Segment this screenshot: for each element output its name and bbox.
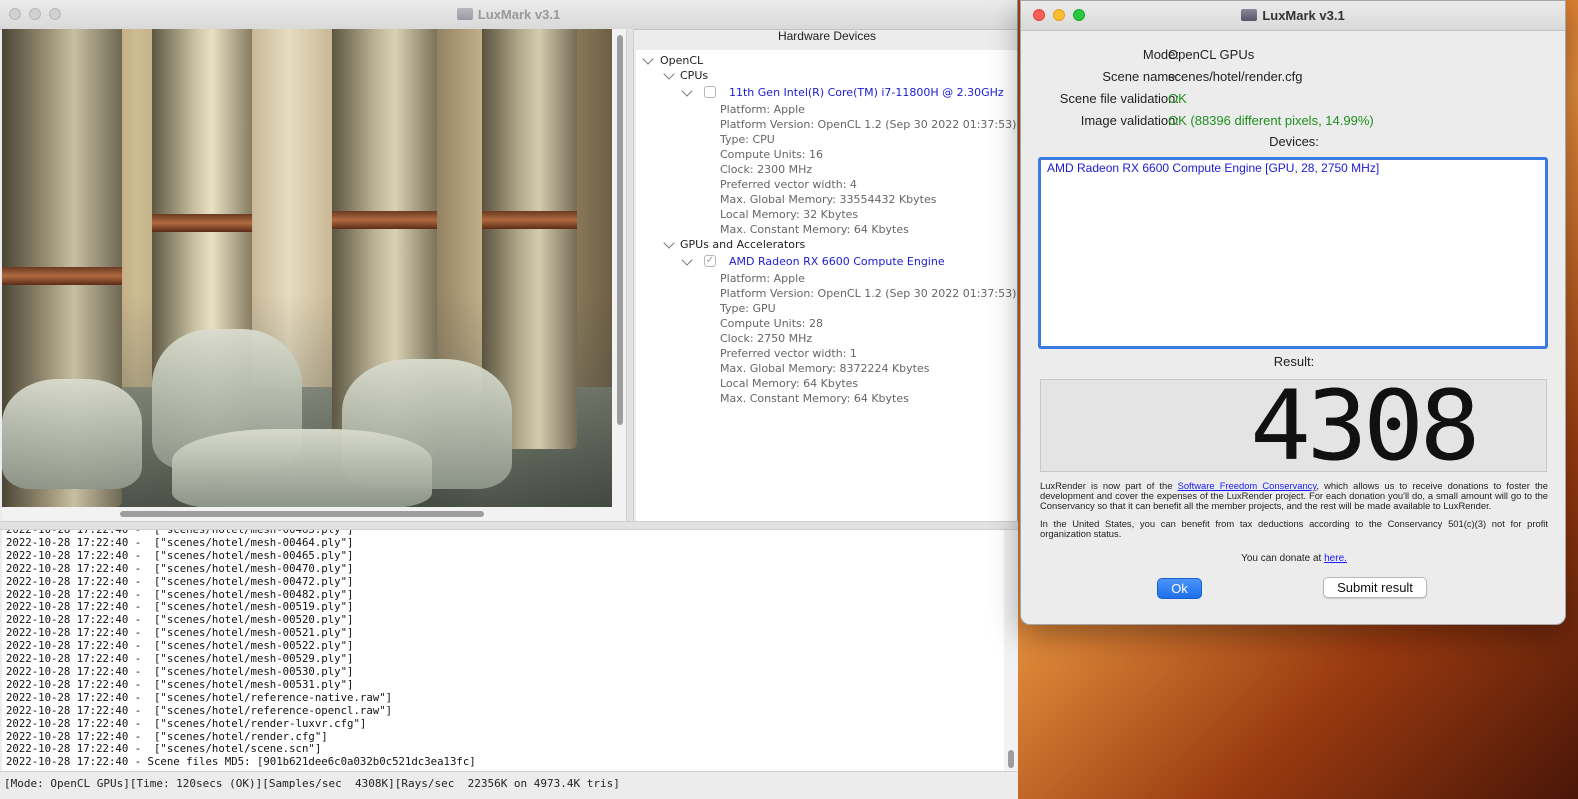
hardware-devices-header: Hardware Devices [777,29,877,43]
render-horizontal-scrollbar[interactable] [2,507,626,521]
scrollbar-thumb[interactable] [120,511,484,517]
result-label: Result: [1273,354,1315,369]
log-line: 2022-10-28 17:22:40 - ["scenes/hotel/ref… [6,703,393,717]
device-property: Preferred vector width: 4 [720,178,857,191]
device-property: Clock: 2300 MHz [720,163,813,176]
log-lines: 2022-10-28 17:22:40 - ["scenes/hotel/mes… [6,530,476,769]
result-dialog: LuxMark v3.1 Mode: OpenCL GPUs Scene nam… [1020,0,1566,625]
device-property: Clock: 2750 MHz [720,332,813,345]
device-property: Platform Version: OpenCL 1.2 (Sep 30 202… [720,287,1017,300]
image-validation-row: Image validation: OK (88396 different pi… [1021,111,1567,131]
log-line: 2022-10-28 17:22:40 - ["scenes/hotel/mes… [6,548,354,562]
luxmark-app-icon [456,8,473,20]
status-bar: [Mode: OpenCL GPUs][Time: 120secs (OK)][… [0,771,1018,799]
main-window: LuxMark v3.1 Hardware Devices OpenCL CPU… [0,0,1018,799]
chevron-down-icon[interactable] [663,68,675,80]
scene-validation-row: Scene file validation: OK [1021,89,1567,109]
image-validation-value: OK (88396 different pixels, 14.99%) [1168,113,1374,128]
device-property: Platform: Apple [720,272,805,285]
devices-label: Devices: [1269,134,1319,149]
log-line: 2022-10-28 17:22:40 - ["scenes/hotel/ren… [6,716,367,730]
log-line: 2022-10-28 17:22:40 - ["scenes/hotel/ref… [6,690,393,704]
tree-item-gpus-accelerators[interactable]: GPUs and Accelerators [680,237,805,252]
chevron-down-icon[interactable] [681,85,693,97]
vertical-splitter-handle[interactable] [626,29,634,522]
devices-list[interactable]: AMD Radeon RX 6600 Compute Engine [GPU, … [1038,157,1548,349]
log-output[interactable]: 2022-10-28 17:22:40 - ["scenes/hotel/mes… [2,530,1004,771]
device-property: Max. Global Memory: 33554432 Kbytes [720,193,937,206]
gpu-device-checkbox[interactable]: ✓ [704,255,716,267]
ok-button[interactable]: Ok [1157,578,1202,599]
cpu-device-checkbox[interactable] [704,86,716,98]
device-property: Max. Constant Memory: 64 Kbytes [720,392,909,405]
render-chair [172,429,432,507]
tree-item-cpus[interactable]: CPUs [680,68,708,83]
scene-name-value: scenes/hotel/render.cfg [1168,69,1303,84]
device-property: Platform: Apple [720,103,805,116]
render-chair [2,379,142,489]
zoom-window-button[interactable] [49,8,61,20]
chevron-down-icon[interactable] [681,254,693,266]
mode-value: OpenCL GPUs [1168,47,1255,62]
hardware-devices-tree[interactable]: OpenCL CPUs 11th Gen Intel(R) Core(TM) i… [636,50,1017,521]
devices-list-item[interactable]: AMD Radeon RX 6600 Compute Engine [GPU, … [1047,161,1539,175]
horizontal-splitter-handle[interactable] [0,521,1018,530]
result-window-titlebar[interactable]: LuxMark v3.1 [1021,1,1565,31]
scrollbar-thumb[interactable] [1008,750,1014,768]
log-vertical-scrollbar[interactable] [1004,530,1018,771]
result-value: 4308 [1250,370,1480,482]
log-line: 2022-10-28 17:22:40 - ["scenes/hotel/mes… [6,664,354,678]
log-line: 2022-10-28 17:22:40 - ["scenes/hotel/mes… [6,677,354,691]
tax-text: In the United States, you can benefit fr… [1040,517,1548,539]
chevron-down-icon[interactable] [663,237,675,249]
tree-item-cpu-device[interactable]: 11th Gen Intel(R) Core(TM) i7-11800H @ 2… [729,85,1004,100]
result-window-title: LuxMark v3.1 [1262,8,1345,23]
render-vertical-scrollbar[interactable] [612,29,626,507]
chevron-down-icon[interactable] [642,53,654,65]
device-property: Compute Units: 28 [720,317,823,330]
device-property: Compute Units: 16 [720,148,823,161]
device-property: Max. Constant Memory: 64 Kbytes [720,223,909,236]
submit-result-button[interactable]: Submit result [1323,577,1427,598]
donate-line: You can donate at here. [1021,553,1567,564]
image-validation-label: Image validation: [1080,113,1179,128]
mode-row: Mode: OpenCL GPUs [1021,45,1567,65]
log-line: 2022-10-28 17:22:40 - ["scenes/hotel/mes… [6,561,354,575]
main-window-title: LuxMark v3.1 [477,7,561,22]
device-property: Max. Global Memory: 8372224 Kbytes [720,362,930,375]
minimize-window-button[interactable] [1053,9,1065,21]
close-window-button[interactable] [9,8,21,20]
donation-text: LuxRender is now part of the Software Fr… [1040,480,1548,546]
device-property: Preferred vector width: 1 [720,347,857,360]
scrollbar-thumb[interactable] [617,35,623,425]
log-line: 2022-10-28 17:22:40 - Scene files MD5: [… [6,755,476,769]
close-window-button[interactable] [1033,9,1045,21]
zoom-window-button[interactable] [1073,9,1085,21]
scene-validation-value: OK [1168,91,1187,106]
log-line: 2022-10-28 17:22:40 - ["scenes/hotel/mes… [6,574,354,588]
luxmark-app-icon [1241,9,1258,21]
device-property: Type: CPU [720,133,775,146]
minimize-window-button[interactable] [29,8,41,20]
donate-text: You can donate at [1241,553,1325,564]
device-property: Local Memory: 64 Kbytes [720,377,859,390]
device-property: Platform Version: OpenCL 1.2 (Sep 30 202… [720,118,1017,131]
tree-item-gpu-device[interactable]: AMD Radeon RX 6600 Compute Engine [729,254,945,269]
device-property: Local Memory: 32 Kbytes [720,208,859,221]
donate-here-link[interactable]: here. [1324,553,1347,564]
scene-name-row: Scene name: scenes/hotel/render.cfg [1021,67,1567,87]
result-lcd-display: 4308 [1040,370,1547,482]
tree-item-opencl[interactable]: OpenCL [660,53,703,68]
main-window-titlebar[interactable]: LuxMark v3.1 [0,0,1017,30]
log-line: 2022-10-28 17:22:40 - ["scenes/hotel/mes… [6,535,354,549]
device-property: Type: GPU [720,302,776,315]
render-preview[interactable] [2,29,612,507]
scene-validation-label: Scene file validation: [1059,91,1179,106]
